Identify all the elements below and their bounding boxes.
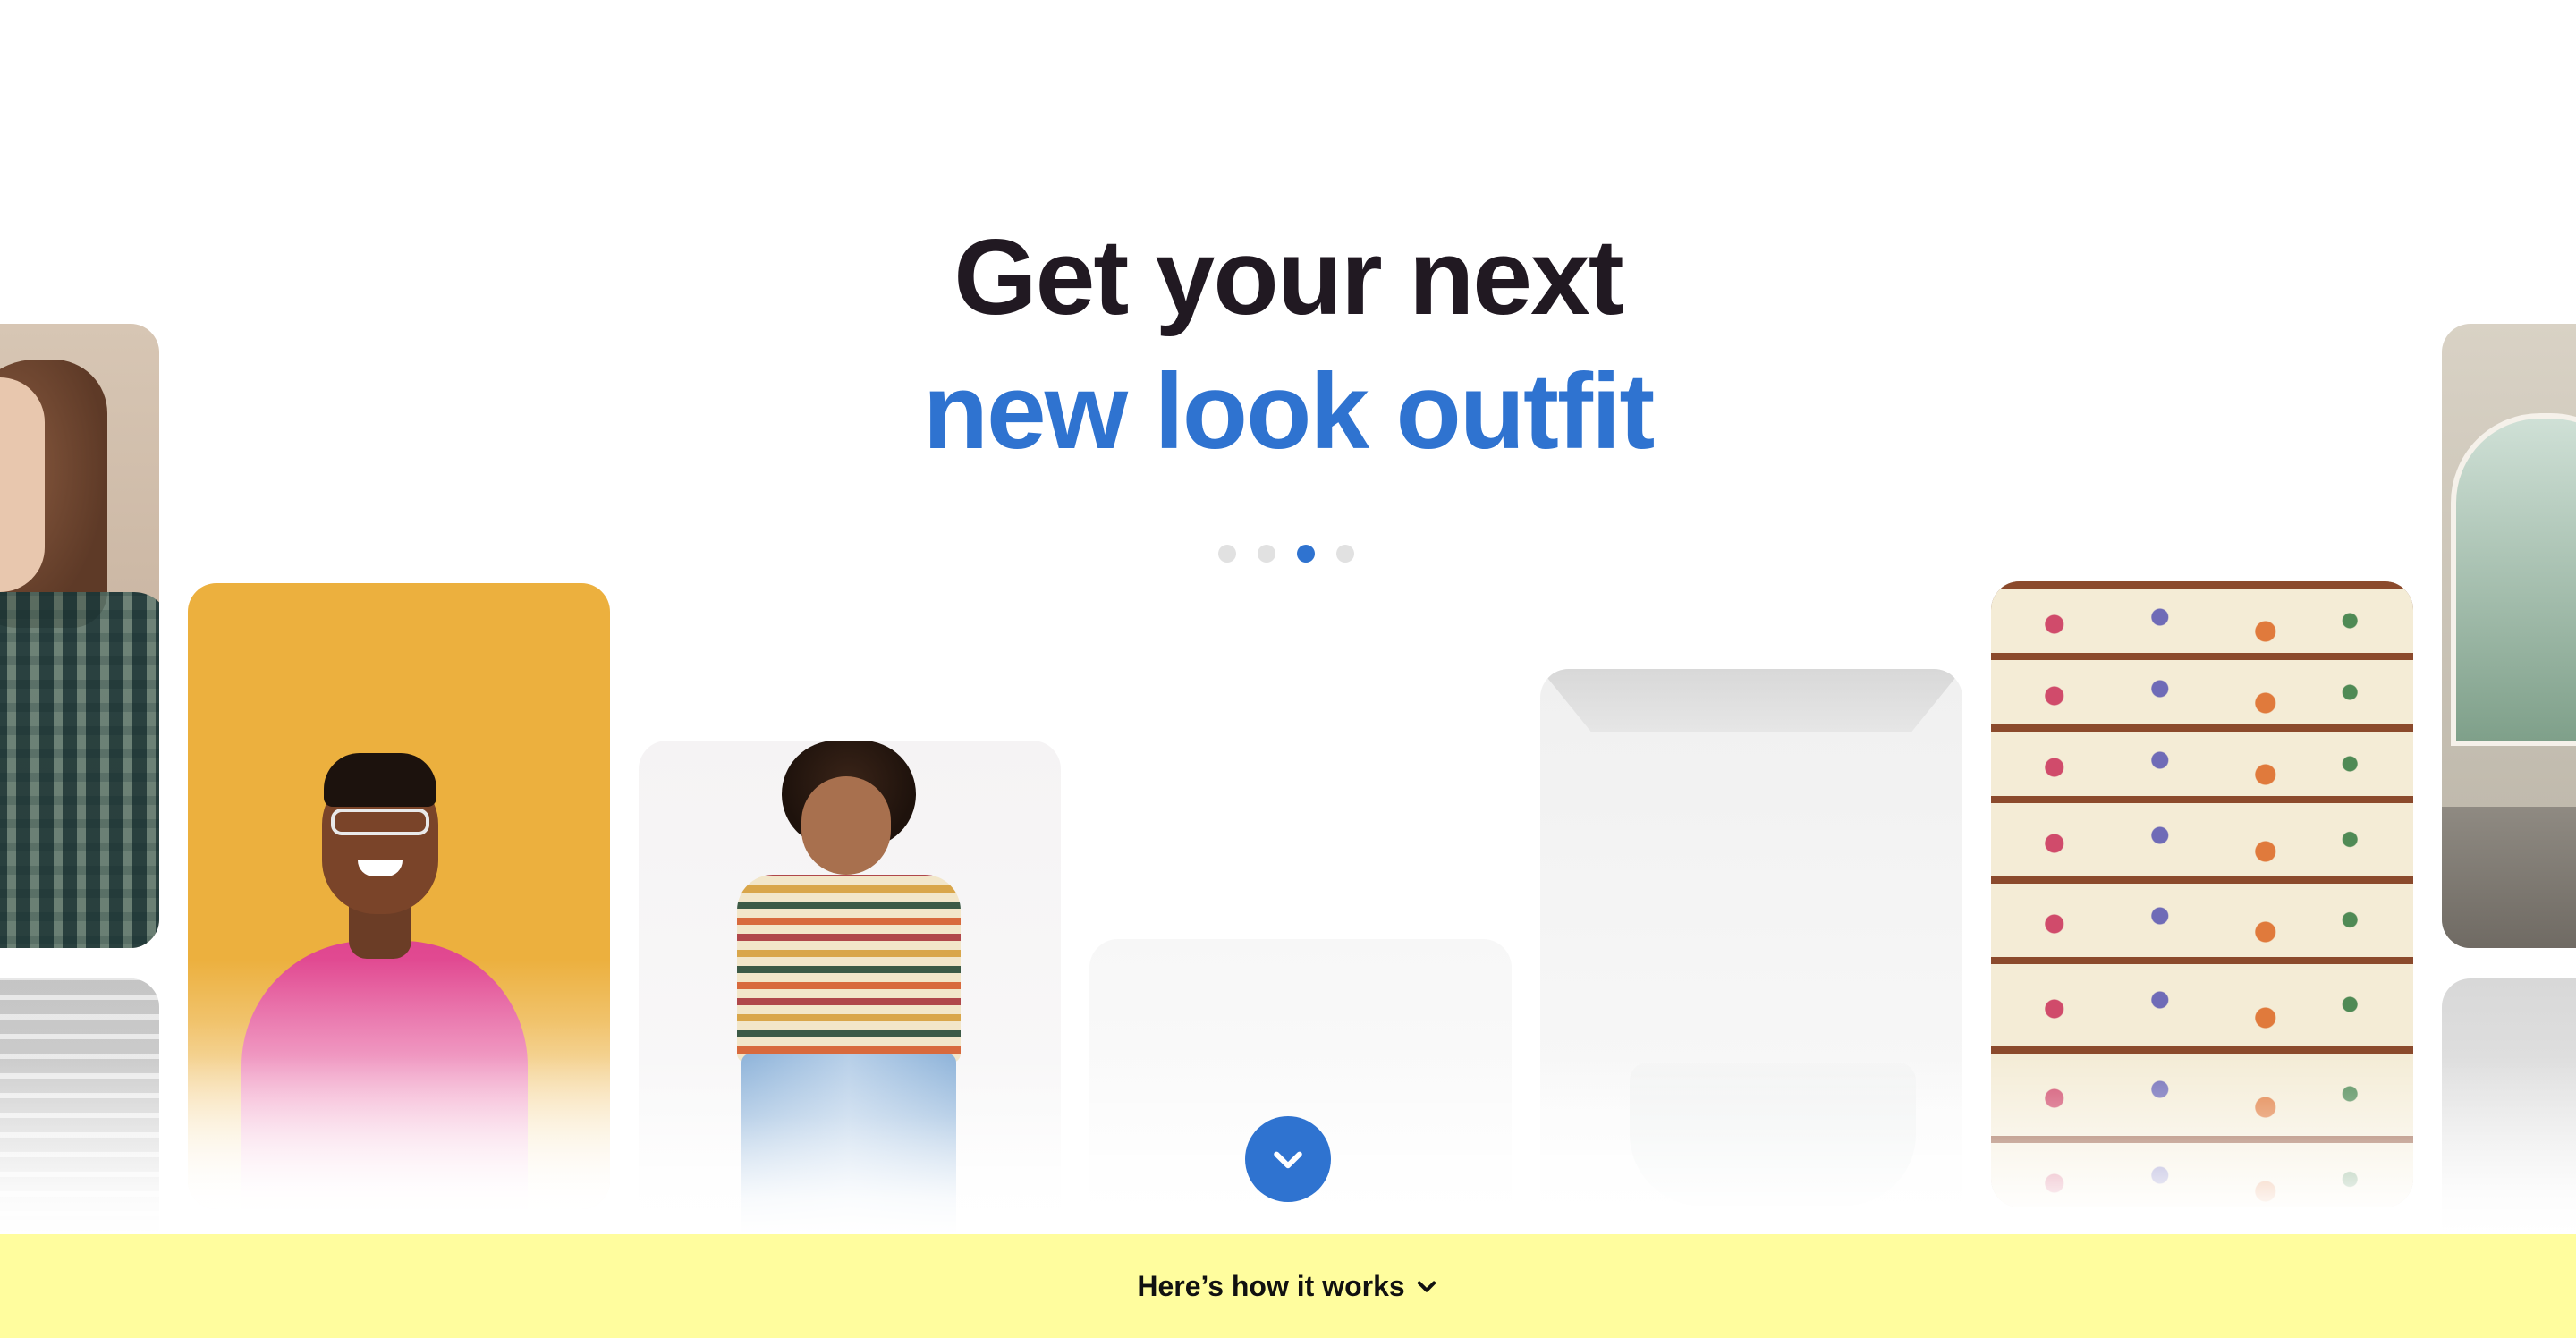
image-detail bbox=[801, 776, 891, 875]
image-detail bbox=[1991, 957, 2413, 1054]
chevron-down-icon bbox=[1274, 1151, 1302, 1169]
carousel-dot-3-active[interactable] bbox=[1297, 545, 1315, 563]
image-detail bbox=[0, 377, 45, 592]
hero-title-line2: new look outfit bbox=[922, 351, 1656, 471]
image-detail bbox=[1991, 1136, 2413, 1207]
image-detail bbox=[1991, 876, 2413, 964]
image-detail bbox=[331, 809, 429, 835]
pin-image-man-pink-sweater[interactable] bbox=[188, 583, 610, 1209]
how-it-works-label[interactable]: Here’s how it works bbox=[1137, 1270, 1404, 1303]
image-detail bbox=[1991, 653, 2413, 732]
image-detail bbox=[737, 875, 961, 1063]
image-detail bbox=[1991, 724, 2413, 803]
carousel-dot-1[interactable] bbox=[1218, 545, 1236, 563]
hero-title-line1: Get your next bbox=[953, 217, 1624, 337]
image-detail bbox=[1991, 796, 2413, 884]
pin-image-woman-plaid-shirt[interactable] bbox=[0, 324, 159, 948]
scroll-down-button[interactable] bbox=[1245, 1116, 1331, 1202]
chevron-down-icon bbox=[1414, 1274, 1439, 1299]
image-detail bbox=[2451, 413, 2576, 746]
carousel-dot-2[interactable] bbox=[1258, 545, 1275, 563]
carousel-dots bbox=[1218, 545, 1354, 563]
carousel-dot-4[interactable] bbox=[1336, 545, 1354, 563]
image-detail bbox=[242, 941, 528, 1209]
page: Get your next new look outfit Here’s how… bbox=[0, 0, 2576, 1338]
image-detail bbox=[1540, 669, 1962, 732]
pin-image-white-bathroom[interactable] bbox=[1540, 669, 1962, 1295]
image-detail bbox=[1991, 581, 2413, 660]
image-detail bbox=[0, 592, 159, 948]
how-it-works-bar[interactable]: Here’s how it works bbox=[0, 1234, 2576, 1338]
image-detail bbox=[1991, 1046, 2413, 1143]
image-detail bbox=[1630, 1063, 1916, 1206]
image-detail bbox=[324, 753, 436, 807]
pin-image-room-arched-window[interactable] bbox=[2442, 324, 2576, 948]
image-detail bbox=[2442, 807, 2576, 948]
pin-image-floral-staircase[interactable] bbox=[1991, 581, 2413, 1207]
